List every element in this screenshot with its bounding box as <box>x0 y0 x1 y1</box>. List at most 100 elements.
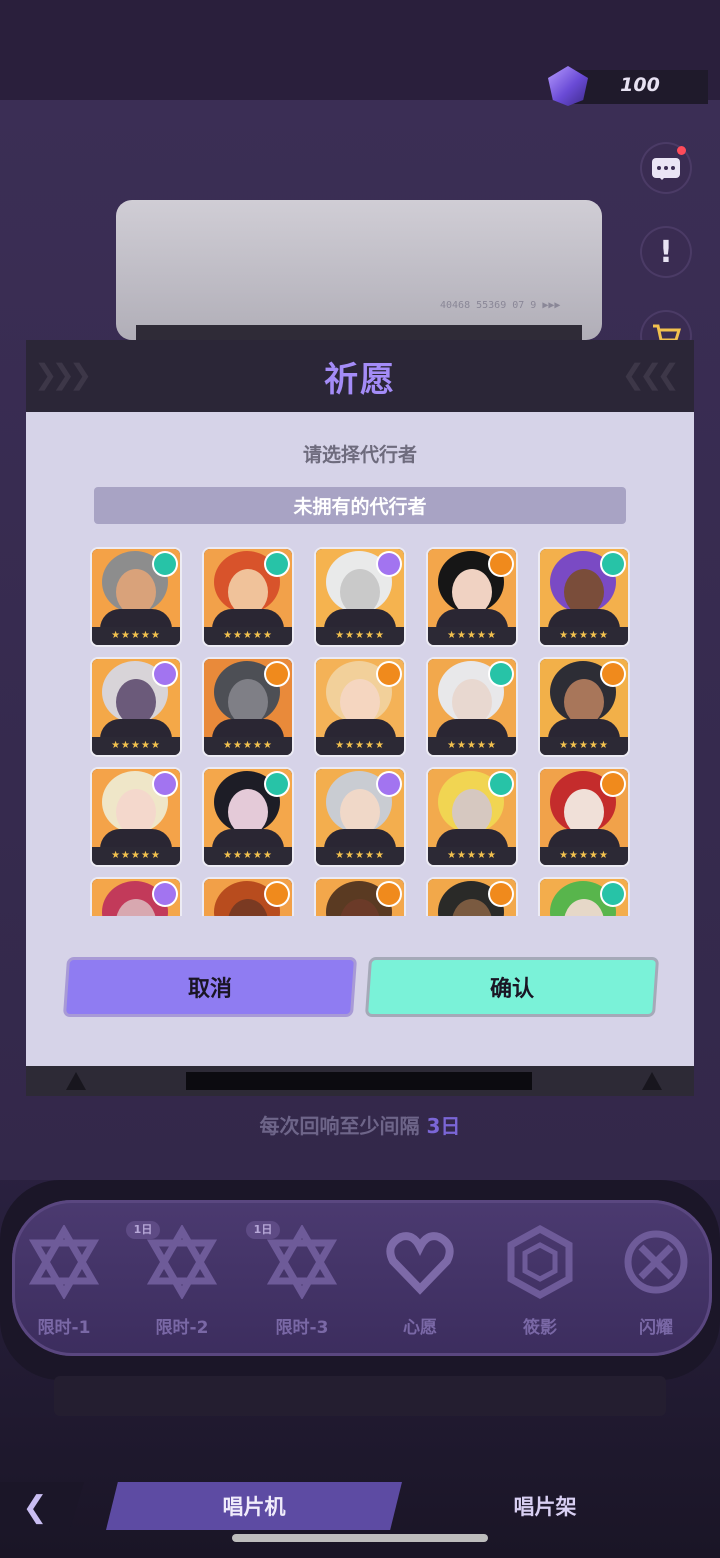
character-card[interactable]: ★★★★★ <box>540 659 628 755</box>
element-icon <box>602 883 624 905</box>
heart-knot-icon <box>383 1225 457 1299</box>
cancel-button[interactable]: 取消 <box>66 960 354 1014</box>
element-icon <box>154 883 176 905</box>
banner-label: 限时-1 <box>37 1318 91 1338</box>
element-icon <box>266 883 288 905</box>
character-card[interactable]: ★★★★★ <box>92 549 180 645</box>
character-card[interactable]: ★★★★★ <box>204 879 292 916</box>
element-icon <box>378 663 400 685</box>
star-rating: ★★★★★ <box>92 847 180 865</box>
star-rating: ★★★★★ <box>316 737 404 755</box>
character-card[interactable]: ★★★★★ <box>428 879 516 916</box>
cross-circle-icon <box>619 1225 693 1299</box>
character-card[interactable]: ★★★★★ <box>316 769 404 865</box>
character-card[interactable]: ★★★★★ <box>204 549 292 645</box>
star-rating: ★★★★★ <box>204 847 292 865</box>
element-icon <box>490 553 512 575</box>
dialog-title: 祈愿 <box>324 359 396 400</box>
banner-label: 限时-3 <box>275 1318 329 1338</box>
machine-speaker-grille <box>54 1376 666 1416</box>
dialog-footer <box>26 1066 694 1096</box>
character-card[interactable]: ★★★★★ <box>540 879 628 916</box>
tab-record-shelf[interactable]: 唱片架 <box>430 1482 660 1530</box>
character-card[interactable]: ★★★★★ <box>540 549 628 645</box>
character-card[interactable]: ★★★★★ <box>316 549 404 645</box>
star-rating: ★★★★★ <box>540 627 628 645</box>
star-rating: ★★★★★ <box>316 847 404 865</box>
star-rating: ★★★★★ <box>204 627 292 645</box>
chevron-decoration: ❯❯❯ <box>34 358 92 391</box>
echo-interval-note: 每次回响至少间隔 3日 <box>259 1114 461 1138</box>
element-icon <box>490 883 512 905</box>
element-icon <box>602 773 624 795</box>
character-card[interactable]: ★★★★★ <box>428 549 516 645</box>
star-rating: ★★★★★ <box>428 737 516 755</box>
confirm-button[interactable]: 确认 <box>368 960 656 1014</box>
character-card[interactable]: ★★★★★ <box>540 769 628 865</box>
character-card[interactable]: ★★★★★ <box>92 879 180 916</box>
element-icon <box>266 773 288 795</box>
element-icon <box>154 773 176 795</box>
info-button[interactable]: ! <box>640 226 692 278</box>
character-card[interactable]: ★★★★★ <box>204 769 292 865</box>
time-left-badge: 1日 <box>126 1221 160 1239</box>
chat-button[interactable] <box>640 142 692 194</box>
alert-icon: ! <box>659 234 673 270</box>
cancel-label: 取消 <box>187 977 232 1002</box>
time-left-badge: 1日 <box>246 1221 280 1239</box>
element-icon <box>490 773 512 795</box>
element-icon <box>154 663 176 685</box>
element-icon <box>602 663 624 685</box>
star-rating: ★★★★★ <box>92 627 180 645</box>
record-card-preview <box>116 200 602 340</box>
banner-limited-2[interactable]: 1日 限时-2 <box>126 1221 232 1345</box>
wish-dialog-header: ❯❯❯ ❮❮❮ 祈愿 <box>26 340 694 412</box>
star-rating: ★★★★★ <box>540 847 628 865</box>
hexagon-icon <box>503 1225 577 1299</box>
confirm-label: 确认 <box>489 977 534 1002</box>
character-card[interactable]: ★★★★★ <box>92 659 180 755</box>
banner-wish[interactable]: 心愿 <box>370 1225 470 1345</box>
character-card[interactable]: ★★★★★ <box>428 659 516 755</box>
banner-label: 闪耀 <box>639 1318 673 1338</box>
dialog-subtitle: 请选择代行者 <box>302 444 417 466</box>
warning-icon <box>66 1072 86 1090</box>
element-icon <box>266 663 288 685</box>
star-hexagram-icon <box>27 1224 101 1300</box>
banner-limited-3[interactable]: 1日 限时-3 <box>246 1221 352 1345</box>
banner-limited-1[interactable]: 限时-1 <box>14 1224 114 1345</box>
chat-icon <box>652 158 680 180</box>
star-rating: ★★★★★ <box>92 737 180 755</box>
element-icon <box>378 883 400 905</box>
banner-label: 筱影 <box>523 1318 557 1338</box>
element-icon <box>378 773 400 795</box>
star-rating: ★★★★★ <box>428 847 516 865</box>
warning-icon <box>642 1072 662 1090</box>
chevron-decoration: ❮❮❮ <box>621 358 680 391</box>
tab-record-player[interactable]: 唱片机 <box>106 1482 402 1530</box>
banner-shadow[interactable]: 筱影 <box>490 1225 590 1345</box>
section-header: 未拥有的代行者 <box>94 487 626 524</box>
character-card[interactable]: ★★★★★ <box>316 879 404 916</box>
banner-shine[interactable]: 闪耀 <box>606 1225 706 1345</box>
character-card[interactable]: ★★★★★ <box>316 659 404 755</box>
wish-dialog: 请选择代行者 未拥有的代行者 ★★★★★ ★★★★★ ★★★★★ ★★★★★ ★★★★★… <box>26 412 694 1066</box>
star-rating: ★★★★★ <box>316 627 404 645</box>
character-card[interactable]: ★★★★★ <box>204 659 292 755</box>
element-icon <box>378 553 400 575</box>
record-serial-text: 40468 55369 07 9 ▶▶▶ <box>440 300 561 311</box>
star-rating: ★★★★★ <box>540 737 628 755</box>
element-icon <box>490 663 512 685</box>
character-card[interactable]: ★★★★★ <box>92 769 180 865</box>
banner-label: 心愿 <box>403 1318 437 1338</box>
character-card[interactable]: ★★★★★ <box>428 769 516 865</box>
barcode-strip <box>186 1072 532 1090</box>
element-icon <box>154 553 176 575</box>
character-grid[interactable]: ★★★★★ ★★★★★ ★★★★★ ★★★★★ ★★★★★ ★★★★★ ★★★★★ ★★★★★… <box>86 546 634 916</box>
element-icon <box>266 553 288 575</box>
back-button[interactable]: ❮ <box>0 1482 84 1532</box>
home-indicator[interactable] <box>232 1534 488 1542</box>
tab-label: 唱片机 <box>222 1495 286 1519</box>
chevron-left-icon: ❮ <box>22 1489 48 1525</box>
element-icon <box>602 553 624 575</box>
